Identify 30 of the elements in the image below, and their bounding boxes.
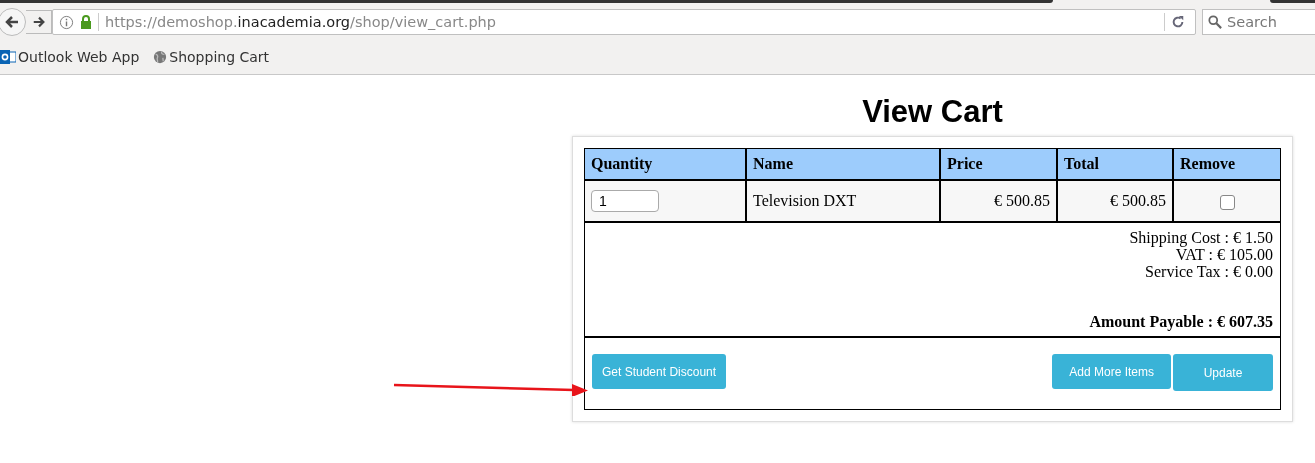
- forward-icon: [31, 15, 46, 29]
- column-header: Name: [746, 149, 940, 180]
- info-icon: [59, 14, 74, 30]
- address-bar[interactable]: https://demoshop.inacademia.org/shop/view_cart.php: [52, 9, 1196, 35]
- remove-checkbox[interactable]: [1219, 194, 1235, 210]
- search-icon: [1208, 15, 1222, 29]
- column-header: Remove: [1173, 149, 1280, 180]
- column-header: Price: [940, 149, 1057, 180]
- globe-icon: [153, 50, 168, 64]
- summary-line: VAT : € 105.00: [1175, 246, 1273, 263]
- column-header: Quantity: [585, 149, 746, 180]
- table-cell: € 500.85: [1057, 180, 1173, 222]
- column-header: Total: [1057, 149, 1173, 180]
- mail-icon: [0, 50, 16, 64]
- lock-icon: [80, 15, 92, 29]
- summary-line: Service Tax : € 0.00: [1144, 263, 1273, 280]
- bookmark-item[interactable]: Outlook Web App: [0, 49, 140, 65]
- url-text: https://demoshop.inacademia.org/shop/view_cart.php: [105, 14, 496, 30]
- forward-button[interactable]: [26, 10, 52, 34]
- search-field[interactable]: Search: [1202, 9, 1315, 35]
- page-title: View Cart: [861, 93, 1004, 131]
- back-button[interactable]: [0, 8, 26, 36]
- back-icon: [4, 14, 20, 30]
- summary-line: Shipping Cost : € 1.50: [1128, 229, 1273, 246]
- table-cell: € 500.85: [940, 180, 1057, 222]
- quantity-field[interactable]: 1: [591, 190, 659, 212]
- bookmark-item[interactable]: Shopping Cart: [153, 49, 270, 65]
- reload-icon[interactable]: [1171, 15, 1185, 29]
- table-cell: Television DXT: [746, 180, 940, 222]
- amount-payable: Amount Payable : € 607.35: [1088, 313, 1273, 330]
